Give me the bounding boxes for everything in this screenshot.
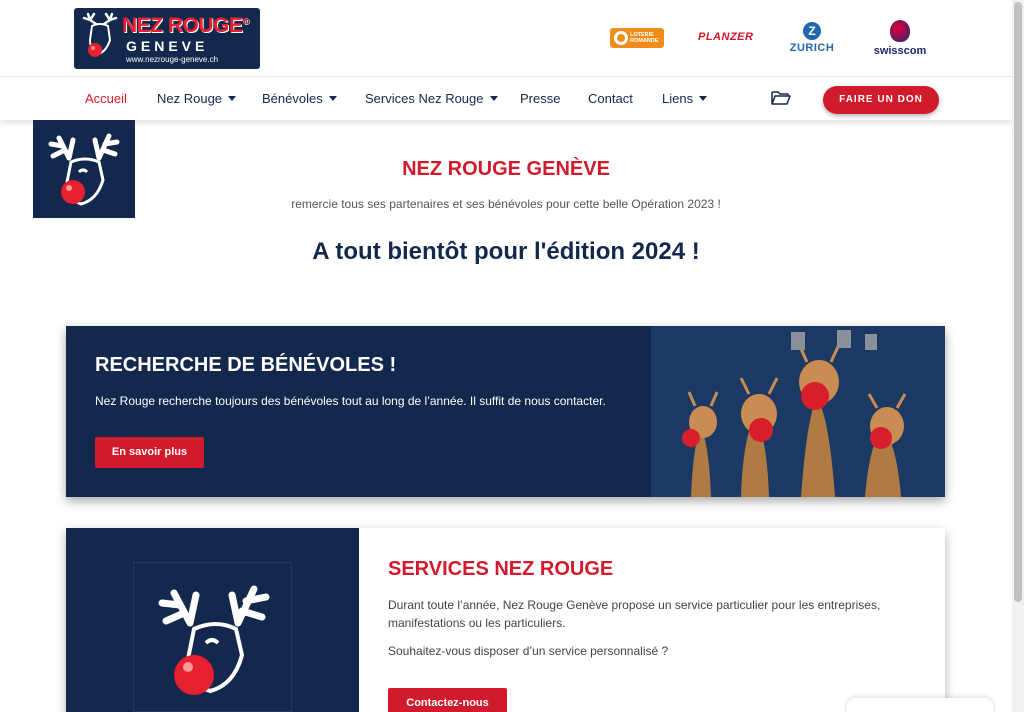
nav-item-accueil[interactable]: Accueil [85,91,127,106]
logo-url: www.nezrouge-geneve.ch [126,55,219,64]
nav-label: Contact [588,91,633,106]
nav-item-benevoles[interactable]: Bénévoles [262,91,337,106]
nav-label: Services Nez Rouge [365,91,484,106]
reindeer-group-image [651,326,945,497]
page-scrollbar[interactable] [1012,0,1024,712]
nav-item-nez-rouge[interactable]: Nez Rouge [157,91,237,106]
volunteers-title: RECHERCHE DE BÉNÉVOLES ! [95,354,397,376]
contact-us-button[interactable]: Contactez-nous [388,688,507,712]
sponsor-planzer[interactable]: PLANZER [698,31,753,43]
zurich-logo-icon: Z [803,22,821,40]
hero-headline: A tout bientôt pour l'édition 2024 ! [312,238,700,265]
logo-subtitle: GENEVE [126,38,209,54]
logo-title: NEZ ROUGE® [122,14,249,37]
caret-down-icon [228,96,237,101]
loterie-ring-icon [614,31,628,45]
services-title: SERVICES NEZ ROUGE [388,558,614,580]
services-image-panel [66,528,359,712]
chat-widget[interactable] [847,698,993,712]
hero-subtitle: remercie tous ses partenaires et ses bén… [291,197,721,211]
scrollbar-thumb[interactable] [1014,2,1022,602]
site-header: NEZ ROUGE® GENEVE www.nezrouge-geneve.ch… [0,0,1012,76]
nav-label: Liens [662,91,694,106]
nav-label: Bénévoles [262,91,323,106]
nav-label: Presse [520,91,561,106]
learn-more-button[interactable]: En savoir plus [95,437,204,468]
caret-down-icon [489,96,498,101]
reindeer-logo-icon [158,585,270,695]
main-nav: Accueil Nez Rouge Bénévoles Services Nez… [0,76,1012,120]
services-question: Souhaitez-vous disposer d’un service per… [388,644,669,658]
volunteers-text: Nez Rouge recherche toujours des bénévol… [95,394,606,408]
volunteers-card: RECHERCHE DE BÉNÉVOLES ! Nez Rouge reche… [66,326,945,497]
nav-label: Accueil [85,91,127,106]
nav-item-liens[interactable]: Liens [662,91,708,106]
nav-item-contact[interactable]: Contact [588,91,633,106]
hero-title: NEZ ROUGE GENÈVE [402,158,610,180]
site-logo[interactable]: NEZ ROUGE® GENEVE www.nezrouge-geneve.ch [74,8,260,69]
sponsor-zurich-label: ZURICH [789,42,835,54]
nav-label: Nez Rouge [157,91,223,106]
reindeer-logo-icon [82,12,118,57]
caret-down-icon [699,96,708,101]
services-text: Durant toute l’année, Nez Rouge Genève p… [388,598,881,630]
sponsor-loterie-label: LOTERIE ROMANDE [630,32,659,44]
sponsor-swisscom[interactable]: swisscom [872,20,928,57]
caret-down-icon [328,96,337,101]
donate-button[interactable]: FAIRE UN DON [823,86,939,114]
sponsor-loterie-romande[interactable]: LOTERIE ROMANDE [610,28,664,48]
folder-open-icon[interactable] [771,90,791,105]
sponsor-zurich[interactable]: Z ZURICH [786,22,838,54]
nav-item-presse[interactable]: Presse [520,91,560,106]
sponsor-swisscom-label: swisscom [873,45,927,57]
swisscom-logo-icon [890,20,910,42]
services-card: SERVICES NEZ ROUGE Durant toute l’année,… [66,528,945,712]
nav-item-services[interactable]: Services Nez Rouge [365,91,498,106]
services-reindeer-logo [133,562,292,712]
